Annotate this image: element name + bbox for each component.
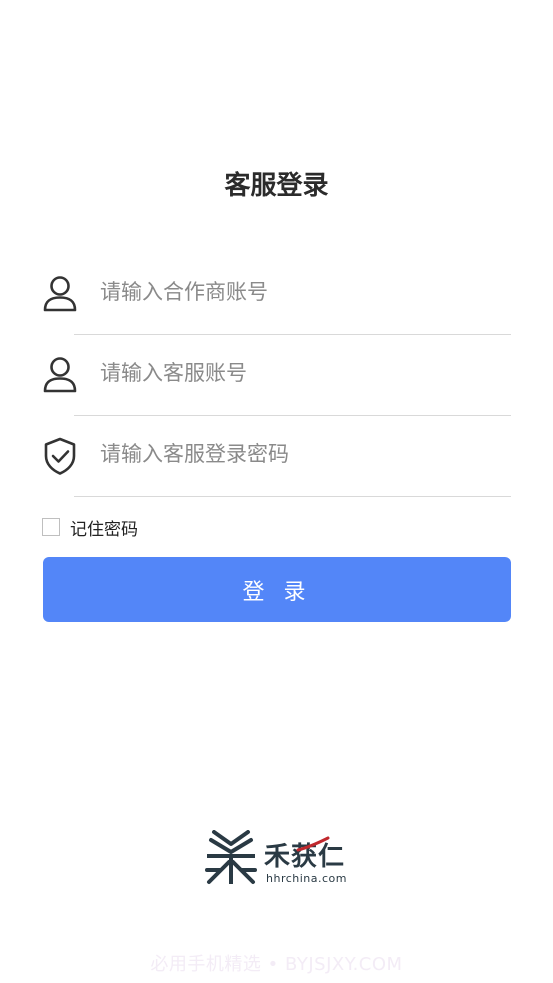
partner-account-field	[42, 262, 511, 344]
brand-domain: hhrchina.com	[266, 872, 348, 885]
shield-check-icon	[42, 436, 78, 476]
page-title: 客服登录	[224, 171, 329, 201]
watermark-text: 必用手机精选 • BYJSJXY.COM	[150, 954, 403, 975]
divider	[74, 415, 511, 416]
remember-password[interactable]: 记住密码	[42, 514, 138, 540]
password-field	[42, 424, 511, 506]
service-account-input[interactable]	[100, 353, 500, 393]
login-button[interactable]: 登 录	[43, 557, 511, 622]
user-icon	[42, 274, 78, 314]
service-account-field	[42, 343, 511, 425]
divider	[74, 496, 511, 497]
divider	[74, 334, 511, 335]
password-input[interactable]	[100, 434, 500, 474]
remember-checkbox[interactable]	[42, 518, 60, 536]
brand-swoosh-icon	[296, 836, 330, 852]
partner-account-input[interactable]	[100, 272, 500, 312]
remember-label: 记住密码	[70, 519, 138, 540]
brand-logo: 禾获仁 hhrchina.com	[204, 830, 354, 890]
user-icon	[42, 355, 78, 395]
brand-logo-icon	[204, 830, 258, 886]
